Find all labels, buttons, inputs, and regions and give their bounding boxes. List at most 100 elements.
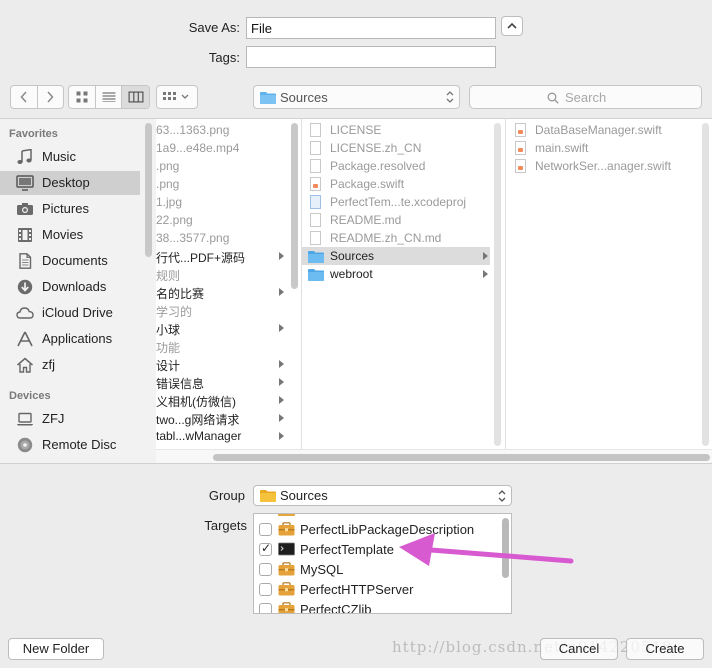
list-item[interactable]: 22.png xyxy=(156,211,301,229)
list-item[interactable]: 小球 xyxy=(156,319,301,337)
cancel-button[interactable]: Cancel xyxy=(540,638,618,660)
list-item[interactable]: LICENSE.zh_CN xyxy=(302,139,490,157)
list-item[interactable]: 63...1363.png xyxy=(156,121,301,139)
sidebar-item-applications[interactable]: Applications xyxy=(0,327,140,351)
column-3-scrollbar[interactable] xyxy=(702,123,709,446)
music-note-icon xyxy=(17,149,32,164)
arrange-segment[interactable] xyxy=(157,86,197,108)
list-item-label: 规则 xyxy=(156,269,181,283)
expand-toggle-button[interactable] xyxy=(501,16,523,36)
group-popup-button[interactable]: Sources xyxy=(253,485,512,506)
toolbox-icon xyxy=(278,582,295,596)
updown-chevron-icon xyxy=(446,91,454,103)
sidebar-item-icloud-drive[interactable]: iCloud Drive xyxy=(0,301,140,325)
target-checkbox[interactable] xyxy=(259,563,272,576)
list-item[interactable]: 错误信息 xyxy=(156,373,301,391)
sidebar-item-zfj[interactable]: zfj xyxy=(0,353,140,377)
list-item[interactable]: README.zh_CN.md xyxy=(302,229,490,247)
forward-button[interactable] xyxy=(38,86,64,108)
list-item[interactable]: 名的比赛 xyxy=(156,283,301,301)
list-item[interactable]: two...g网络请求 xyxy=(156,409,301,427)
list-item[interactable]: Sources xyxy=(302,247,490,265)
desktop-icon xyxy=(16,175,34,191)
list-item[interactable]: 1.jpg xyxy=(156,193,301,211)
list-item[interactable]: .png xyxy=(156,175,301,193)
disclosure-arrow-icon xyxy=(279,396,284,404)
list-item[interactable]: PerfectTem...te.xcodeproj xyxy=(302,193,490,211)
new-folder-button[interactable]: New Folder xyxy=(8,638,104,660)
sidebar-item-downloads[interactable]: Downloads xyxy=(0,275,140,299)
list-item[interactable]: 规则 xyxy=(156,265,301,283)
sidebar-item-movies[interactable]: Movies xyxy=(0,223,140,247)
path-popup-label: Sources xyxy=(280,90,328,105)
tags-input[interactable] xyxy=(246,46,496,68)
grid-icon xyxy=(76,91,88,103)
path-popup-button[interactable]: Sources xyxy=(253,85,460,109)
list-item[interactable]: Package.resolved xyxy=(302,157,490,175)
search-field[interactable]: Search xyxy=(469,85,702,109)
search-icon xyxy=(547,92,559,104)
column-2-scrollbar[interactable] xyxy=(494,123,501,446)
sidebar-item-label: iCloud Drive xyxy=(42,305,113,320)
list-item[interactable]: 学习的 xyxy=(156,301,301,319)
list-item[interactable]: 38...3577.png xyxy=(156,229,301,247)
list-item[interactable]: webroot xyxy=(302,265,490,283)
file-icon xyxy=(310,213,321,227)
target-checkbox[interactable] xyxy=(259,523,272,536)
list-item-label: .png xyxy=(156,159,180,173)
list-item[interactable]: 1a9...e48e.mp4 xyxy=(156,139,301,157)
target-checkbox[interactable] xyxy=(259,603,272,613)
list-item[interactable]: DataBaseManager.swift xyxy=(506,121,712,139)
clipped-row-edge xyxy=(278,514,295,516)
back-button[interactable] xyxy=(11,86,38,108)
home-icon xyxy=(17,357,33,373)
list-item-label: 22.png xyxy=(156,213,193,227)
updown-chevron-icon xyxy=(498,490,506,502)
list-item[interactable]: LICENSE xyxy=(302,121,490,139)
sidebar-scrollbar[interactable] xyxy=(145,123,152,257)
list-item[interactable]: NetworkSer...anager.swift xyxy=(506,157,712,175)
list-item[interactable]: 义相机(仿微信) xyxy=(156,391,301,409)
disclosure-arrow-icon xyxy=(483,252,488,260)
list-item[interactable]: README.md xyxy=(302,211,490,229)
folder-icon xyxy=(308,251,324,263)
list-item[interactable]: Package.swift xyxy=(302,175,490,193)
list-item[interactable]: 设计 xyxy=(156,355,301,373)
sidebar-item-remote-disc[interactable]: Remote Disc xyxy=(0,433,140,457)
save-as-input[interactable] xyxy=(246,17,496,39)
list-item[interactable]: 功能 xyxy=(156,337,301,355)
list-item[interactable]: main.swift xyxy=(506,139,712,157)
toolbox-icon xyxy=(278,522,295,536)
list-item[interactable]: .png xyxy=(156,157,301,175)
sidebar-item-music[interactable]: Music xyxy=(0,145,140,169)
sidebar-item-pictures[interactable]: Pictures xyxy=(0,197,140,221)
target-checkbox[interactable] xyxy=(259,583,272,596)
sidebar-item-zfj-device[interactable]: ZFJ xyxy=(0,407,140,431)
list-item[interactable]: 行代...PDF+源码 xyxy=(156,247,301,265)
target-row[interactable]: PerfectCZlib xyxy=(254,599,498,613)
list-item[interactable]: tabl...wManager xyxy=(156,427,301,445)
sidebar-item-desktop[interactable]: Desktop xyxy=(0,171,140,195)
chevron-up-icon xyxy=(507,22,517,29)
disclosure-arrow-icon xyxy=(279,414,284,422)
icon-view-button[interactable] xyxy=(69,86,96,108)
list-item-label: webroot xyxy=(330,267,373,281)
devices-header: Devices xyxy=(9,390,51,402)
arrange-grid-icon xyxy=(163,92,189,100)
disclosure-arrow-icon xyxy=(279,432,284,440)
create-button[interactable]: Create xyxy=(626,638,704,660)
target-row[interactable]: PerfectHTTPServer xyxy=(254,579,498,599)
browser-column-3: DataBaseManager.swift main.swift NetworkSe… xyxy=(506,119,712,464)
list-view-button[interactable] xyxy=(96,86,123,108)
sidebar-item-label: zfj xyxy=(42,357,55,372)
arrange-menu-button[interactable] xyxy=(156,85,198,109)
sidebar: Favorites Music Desktop Pictures Movies … xyxy=(0,119,156,464)
horizontal-scrollbar-thumb[interactable] xyxy=(213,454,710,461)
column-view-button[interactable] xyxy=(122,86,149,108)
target-checkbox[interactable] xyxy=(259,541,272,556)
list-item-label: Package.resolved xyxy=(330,159,426,173)
column-1-scrollbar[interactable] xyxy=(291,123,298,289)
browser-column-1: 63...1363.png 1a9...e48e.mp4 .png .png 1.jpg… xyxy=(156,119,302,464)
sidebar-item-documents[interactable]: Documents xyxy=(0,249,140,273)
sidebar-item-label: Music xyxy=(42,149,76,164)
